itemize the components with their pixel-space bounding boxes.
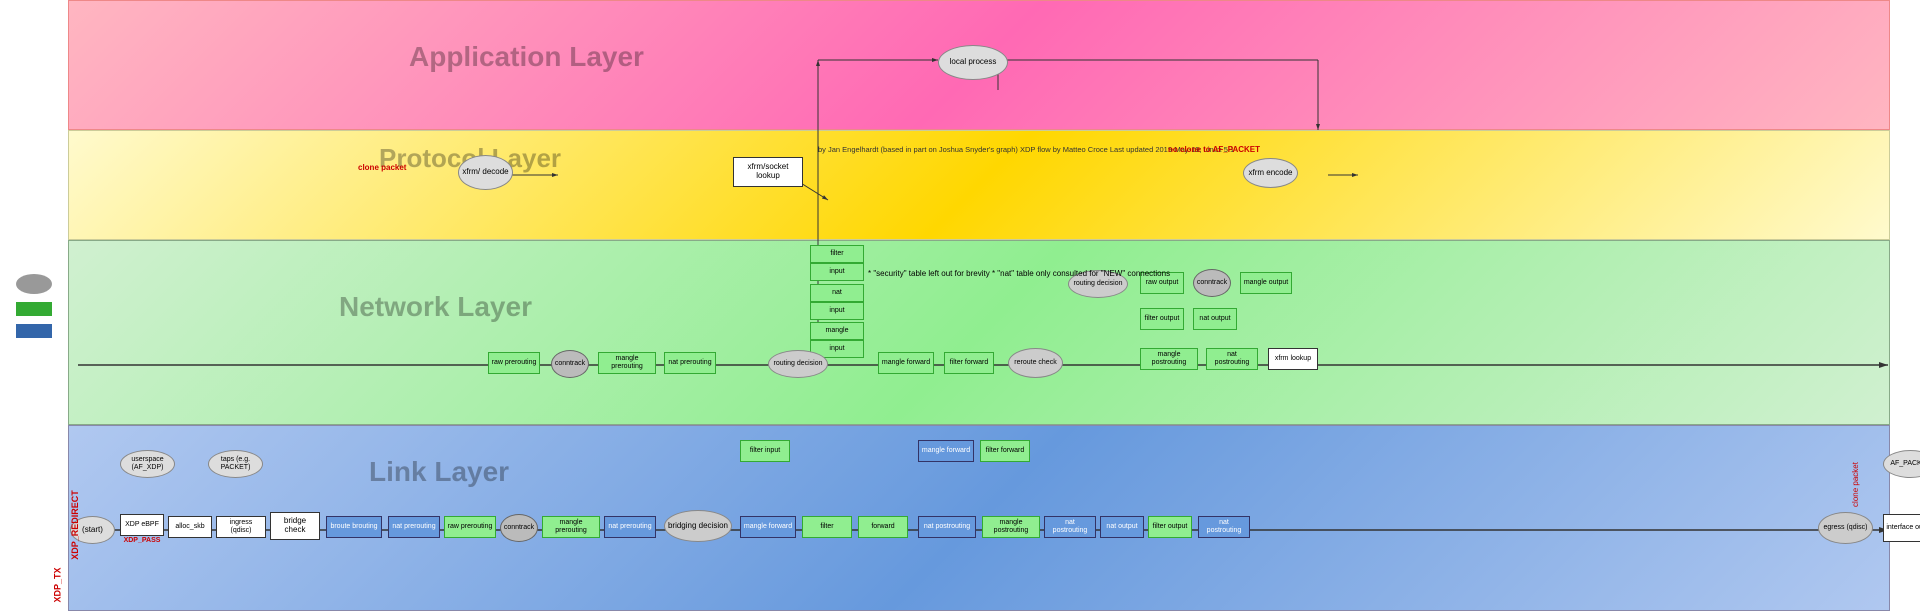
nat-postrouting-link2-node: nat postrouting [1044, 516, 1096, 538]
filter-forward-link2-node: forward [858, 516, 908, 538]
nat-prerouting2-link-node: nat prerouting [604, 516, 656, 538]
nat-prerouting-net-node: nat prerouting [664, 352, 716, 374]
filter-forward-link1-node: filter [802, 516, 852, 538]
filter-input-net-node: filter [810, 245, 864, 263]
nat-prerouting-link-node: nat prerouting [388, 516, 440, 538]
filter-output-net-node: filter output [1140, 308, 1184, 330]
mangle-input-net-node: mangle [810, 322, 864, 340]
nat-input-net-label: input [810, 302, 864, 320]
mangle-forward-link-node: mangle forward [740, 516, 796, 538]
clone-packet-left-label: clone packet [358, 163, 406, 172]
mangle-forward-right-node: mangle forward [918, 440, 974, 462]
filter-input-net-label: input [810, 263, 864, 281]
local-process-node: local process [938, 45, 1008, 80]
mangle-postrouting-link1-node: mangle postrouting [982, 516, 1040, 538]
conntrack-net2-node: conntrack [1193, 269, 1231, 297]
conntrack-net-node: conntrack [551, 350, 589, 378]
nat-postrouting-link3-node: nat postrouting [1198, 516, 1250, 538]
xdp-redirect-label: XDP_REDIRECT [70, 490, 80, 560]
raw-prerouting-link-node: raw prerouting [444, 516, 496, 538]
raw-prerouting-net-node: raw prerouting [488, 352, 540, 374]
mangle-postrouting-net-node: mangle postrouting [1140, 348, 1198, 370]
nat-postrouting-link1-node: nat postrouting [918, 516, 976, 538]
xdp-pass-label: XDP_PASS [120, 537, 164, 544]
nat-output-link-node: nat output [1100, 516, 1144, 538]
main-container: Application Layer Protocol Layer Network… [0, 0, 1920, 611]
broute-brouting-node: broute brouting [326, 516, 382, 538]
xfrm-encode-node: xfrm encode [1243, 158, 1298, 188]
legend-green [16, 302, 52, 316]
bridge-check-node: bridge check [270, 512, 320, 540]
filter-output-link-node: filter output [1148, 516, 1192, 538]
app-layer-title: Application Layer [409, 41, 644, 73]
clone-packet-right-label: clone packet [1851, 462, 1860, 507]
left-sidebar [0, 0, 68, 611]
network-layer-title: Network Layer [339, 291, 532, 323]
routing-decision-left-node: routing decision [768, 350, 828, 378]
reroute-check-node: reroute check [1008, 348, 1063, 378]
filter-input-link-node: filter input [740, 440, 790, 462]
mangle-prerouting-net-node: mangle prerouting [598, 352, 656, 374]
nat-input-net-node: nat [810, 284, 864, 302]
legend-blue [16, 324, 52, 338]
xfrm-lookup-node: xfrm lookup [1268, 348, 1318, 370]
link-layer-title: Link Layer [369, 456, 509, 488]
conntrack-link-node: conntrack [500, 514, 538, 542]
mangle-output-net-node: mangle output [1240, 272, 1292, 294]
filter-forward-right-node: filter forward [980, 440, 1030, 462]
nat-postrouting-net-node: nat postrouting [1206, 348, 1258, 370]
alloc-skb-node: alloc_skb [168, 516, 212, 538]
legend-oval [16, 274, 52, 294]
xdp-tx-label: XDP_TX [53, 567, 63, 602]
bridging-decision-node: bridging decision [664, 510, 732, 542]
security-note: * "security" table left out for brevity … [868, 268, 1170, 280]
xdp-ebpf-node: XDP eBPF [120, 514, 164, 536]
userspace-node: userspace (AF_XDP) [120, 450, 175, 478]
filter-forward-net-node: filter forward [944, 352, 994, 374]
egress-qdisc-node: egress (qdisc) [1818, 512, 1873, 544]
xfrm-decode-node: xfrm/ decode [458, 155, 513, 190]
nat-output-net-node: nat output [1193, 308, 1237, 330]
interface-output-node: interface output [1883, 514, 1920, 542]
diagram-area: Application Layer Protocol Layer Network… [68, 0, 1890, 611]
mangle-prerouting-link-node: mangle prerouting [542, 516, 600, 538]
no-clone-label: no clone to AF_PACKET [1168, 145, 1260, 154]
xfrm-socket-lookup-node: xfrm/socket lookup [733, 157, 803, 187]
mangle-forward-net-node: mangle forward [878, 352, 934, 374]
ingress-qdisc-node: ingress (qdisc) [216, 516, 266, 538]
taps-node: taps (e.g. PACKET) [208, 450, 263, 478]
